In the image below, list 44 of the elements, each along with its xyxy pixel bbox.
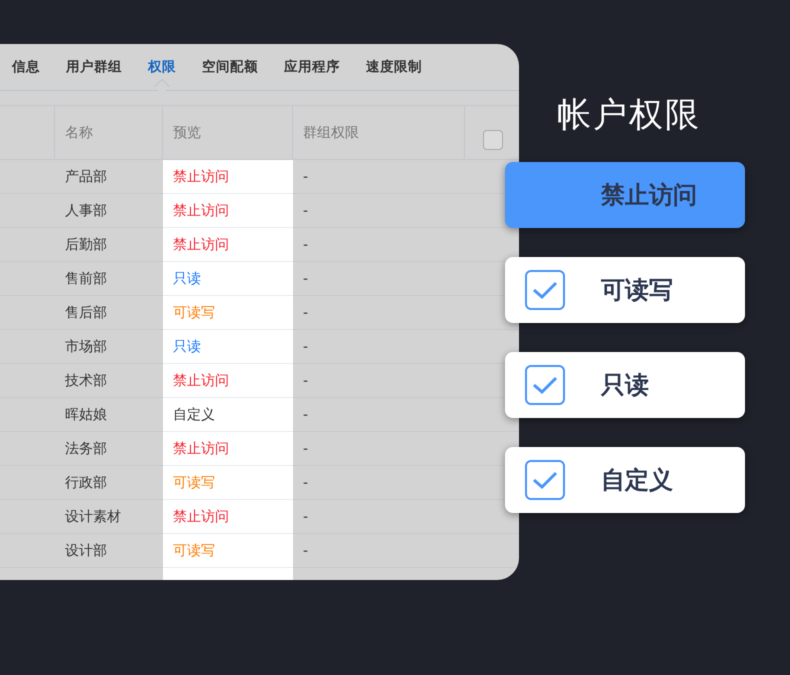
permission-label: 只读 bbox=[601, 370, 649, 401]
table-cell: - bbox=[293, 398, 465, 432]
table-cell: - bbox=[293, 160, 465, 194]
tab[interactable]: 权限 bbox=[148, 58, 176, 76]
permission-button[interactable]: 禁止访问 bbox=[505, 162, 745, 228]
table-cell: - bbox=[293, 466, 465, 500]
preview-cell: 只读 bbox=[163, 330, 293, 364]
checkbox[interactable] bbox=[525, 460, 565, 500]
table-cell: - bbox=[293, 330, 465, 364]
tab[interactable]: 空间配额 bbox=[202, 58, 258, 76]
table-cell: - bbox=[293, 262, 465, 296]
select-all-checkbox[interactable] bbox=[483, 130, 503, 150]
tab[interactable]: 应用程序 bbox=[284, 58, 340, 76]
checkbox[interactable] bbox=[525, 365, 565, 405]
preview-cell: 可读写 bbox=[163, 296, 293, 330]
table-cell: - bbox=[293, 364, 465, 398]
tab[interactable]: 信息 bbox=[12, 58, 40, 76]
column-header: 名称 bbox=[55, 106, 163, 160]
preview-cell: 禁止访问 bbox=[163, 228, 293, 262]
preview-cell: 禁止访问 bbox=[163, 194, 293, 228]
table-cell: - bbox=[293, 194, 465, 228]
preview-cell: 禁止访问 bbox=[163, 160, 293, 194]
preview-cell: 禁止访问 bbox=[163, 432, 293, 466]
check-icon bbox=[532, 280, 558, 300]
preview-cell: 只读 bbox=[163, 262, 293, 296]
table-cell: - bbox=[293, 534, 465, 568]
table-cell: - bbox=[293, 500, 465, 534]
check-icon bbox=[532, 470, 558, 490]
preview-cell: 禁止访问 bbox=[163, 500, 293, 534]
column-header: 群组权限 bbox=[293, 106, 465, 160]
preview-cell: 可读写 bbox=[163, 534, 293, 568]
check-icon bbox=[532, 375, 558, 395]
panel-title: 帐户权限 bbox=[557, 94, 702, 132]
table-cell: - bbox=[293, 432, 465, 466]
table-cell: - bbox=[293, 228, 465, 262]
permission-label: 可读写 bbox=[601, 275, 673, 306]
permission-label: 自定义 bbox=[601, 465, 673, 496]
tab[interactable]: 速度限制 bbox=[366, 58, 422, 76]
preview-cell: 可读写 bbox=[163, 466, 293, 500]
preview-cell: 自定义 bbox=[163, 398, 293, 432]
tab[interactable]: 用户群组 bbox=[66, 58, 122, 76]
table-cell: - bbox=[293, 296, 465, 330]
checkbox[interactable] bbox=[525, 270, 565, 310]
preview-cell: 禁止访问 bbox=[163, 364, 293, 398]
